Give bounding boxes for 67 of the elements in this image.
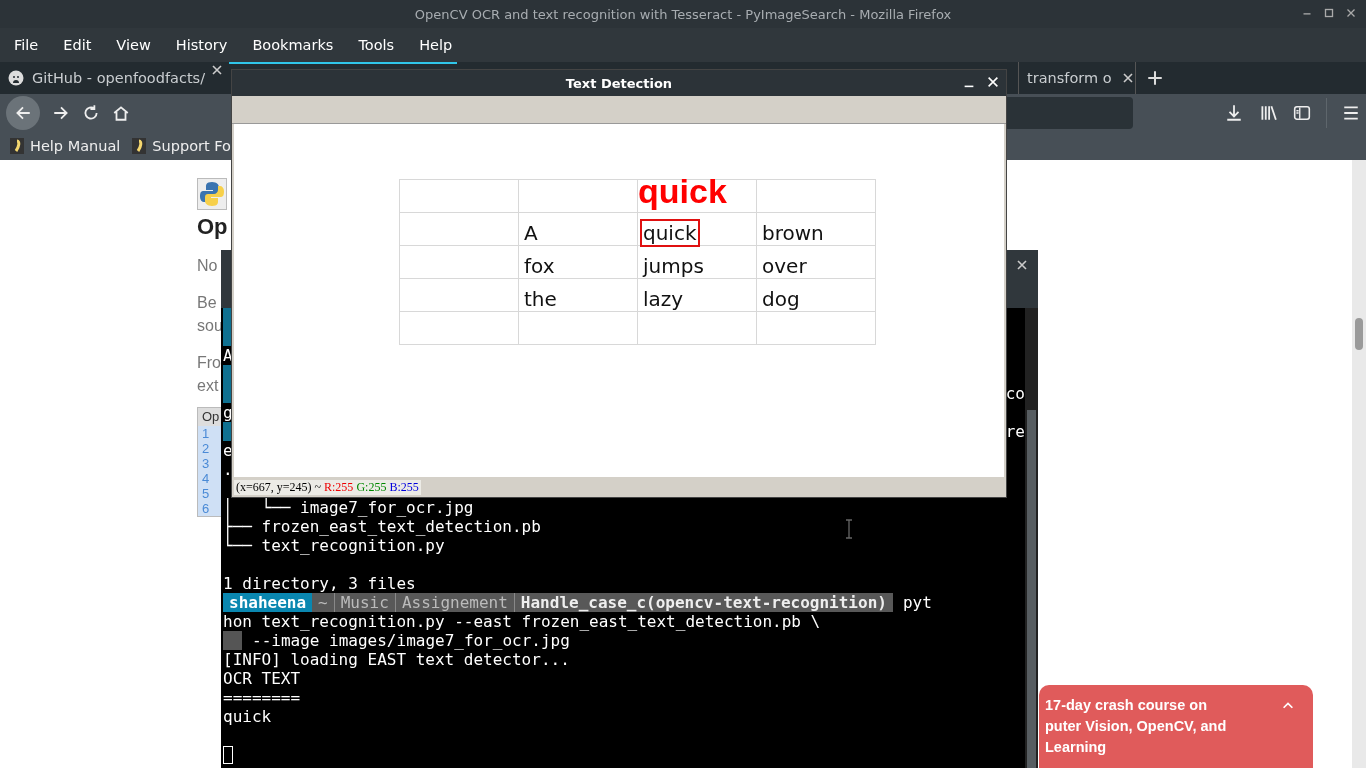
table-cell-text: lazy bbox=[642, 287, 685, 311]
menu-item[interactable]: Bookmarks bbox=[242, 37, 344, 53]
terminal-line: [INFO] loading EAST text detector... bbox=[223, 650, 570, 669]
window-title: Text Detection bbox=[565, 75, 673, 91]
terminal-line: pyt bbox=[902, 593, 932, 612]
sidebar-icon[interactable] bbox=[1293, 104, 1311, 122]
article-heading: Op bbox=[197, 214, 228, 240]
table-cell-text: A bbox=[523, 221, 539, 245]
paragraph-text: ext bbox=[197, 376, 219, 396]
logo-icon[interactable] bbox=[197, 178, 227, 210]
browser-tab[interactable]: GitHub - openfoodfacts/ bbox=[0, 62, 209, 94]
prompt-segment: ~ bbox=[312, 593, 334, 612]
table-cell-text: jumps bbox=[642, 254, 705, 278]
menu-item[interactable]: File bbox=[4, 37, 49, 53]
terminal-line: --image images/image7_for_ocr.jpg bbox=[252, 631, 570, 650]
table-cell-text: fox bbox=[523, 254, 556, 278]
table-cell-text: brown bbox=[761, 221, 825, 245]
home-icon[interactable] bbox=[112, 104, 130, 122]
terminal-line: hon text_recognition.py --east frozen_east_text_detection.pb \ bbox=[223, 612, 821, 631]
terminal-line: re bbox=[1005, 422, 1025, 441]
bookmark-item[interactable]: Support Fo bbox=[132, 138, 231, 154]
table-cell-text: quick bbox=[642, 221, 698, 245]
menu-item[interactable]: Edit bbox=[53, 37, 102, 53]
reload-icon[interactable] bbox=[82, 104, 100, 122]
table-cell-text: over bbox=[761, 254, 808, 278]
menu-icon[interactable] bbox=[1342, 104, 1360, 122]
bookmark-icon[interactable] bbox=[132, 138, 147, 154]
forward-icon[interactable] bbox=[52, 104, 70, 122]
menu-item[interactable]: View bbox=[106, 37, 161, 53]
download-icon[interactable] bbox=[1225, 104, 1243, 122]
back-button[interactable] bbox=[6, 96, 40, 130]
paragraph-text: Fro bbox=[197, 353, 221, 373]
bookmark-item[interactable]: Help Manual bbox=[10, 138, 121, 154]
table-cell-text: dog bbox=[761, 287, 801, 311]
prompt-segment: Music bbox=[333, 593, 395, 612]
prompt-segment: Handle_case_c(opencv-text-recognition) bbox=[513, 593, 893, 612]
terminal-cursor bbox=[223, 745, 233, 764]
course-toast[interactable]: 17-day crash course on puter Vision, OpenCV, and Learning bbox=[1039, 685, 1313, 768]
terminal-line: ├── frozen_east_text_detection.pb bbox=[223, 517, 541, 536]
terminal-line: co bbox=[1005, 384, 1025, 403]
text-cursor-icon bbox=[845, 519, 853, 539]
library-icon[interactable] bbox=[1258, 104, 1278, 122]
table-cell-text: the bbox=[523, 287, 558, 311]
bookmark-icon[interactable] bbox=[10, 138, 24, 154]
terminal-line: quick bbox=[223, 707, 272, 726]
address-field[interactable] bbox=[1004, 97, 1133, 129]
detection-label: quick bbox=[638, 173, 727, 209]
back-arrow-icon bbox=[14, 104, 32, 122]
menu-item[interactable]: History bbox=[165, 37, 238, 53]
scrollbar-thumb[interactable] bbox=[1027, 410, 1036, 768]
terminal-line: OCR TEXT bbox=[223, 669, 301, 688]
new-tab-icon[interactable] bbox=[1146, 69, 1164, 87]
window-title: OpenCV OCR and text recognition with Tesseract - PyImageSearch - Mozilla Firefox bbox=[414, 6, 952, 22]
terminal-line: 1 directory, 3 files bbox=[223, 574, 416, 593]
terminal-line: └── text_recognition.py bbox=[223, 536, 445, 555]
prompt-segment: Assignement bbox=[394, 593, 514, 612]
scrollbar-thumb[interactable] bbox=[1355, 318, 1363, 350]
paragraph-text: No bbox=[197, 256, 218, 276]
paragraph-text: Be bbox=[197, 293, 217, 313]
menu-item[interactable]: Help bbox=[409, 37, 463, 53]
close-icon[interactable] bbox=[986, 75, 1000, 89]
status-text: (x=667, y=245) ~ R:255 G:255 B:255 bbox=[234, 479, 421, 495]
continuation-marker bbox=[223, 631, 242, 650]
terminal-line: ======== bbox=[223, 688, 301, 707]
menu-item[interactable]: Tools bbox=[348, 37, 405, 53]
prompt-segment: shaheena bbox=[223, 593, 313, 612]
maximize-icon[interactable] bbox=[1322, 6, 1336, 20]
